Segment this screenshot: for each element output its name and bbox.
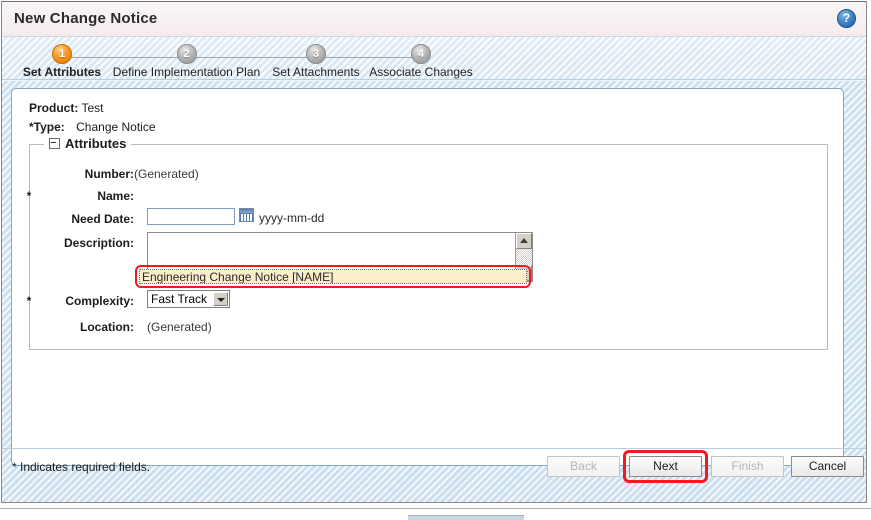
step-3-label: Set Attachments [272,65,360,79]
scroll-up-arrow-icon[interactable] [516,233,532,249]
step-4-label: Associate Changes [369,65,473,79]
location-label: Location: [80,320,134,334]
bottom-window-fragment [408,515,524,520]
complexity-label: Complexity: [65,294,134,308]
name-required-star: * [26,189,32,203]
complexity-select[interactable]: Fast Track [147,290,230,308]
step-3-number: 3 [306,44,326,64]
step-1-number: 1 [52,44,72,64]
finish-button[interactable]: Finish [711,456,784,477]
wizard-step-3[interactable]: 3 Set Attachments [261,44,371,79]
cancel-button[interactable]: Cancel [791,456,864,477]
help-icon[interactable]: ? [837,9,857,29]
dialog-titlebar: New Change Notice ? [2,2,866,37]
dialog-title: New Change Notice [14,10,158,27]
help-question-mark: ? [837,9,856,28]
name-field-highlight-ring [135,265,531,288]
screenshot-root: New Change Notice ? 1 Set Attributes 2 D… [0,0,871,520]
calendar-icon-grid [240,214,253,221]
dialog-content-area: Product: Test *Type: Change Notice Attri… [2,81,866,502]
need-date-label: Need Date: [71,212,134,226]
number-value: (Generated) [134,167,199,181]
bottom-divider-line [0,508,871,509]
name-label: Name: [97,189,134,203]
wizard-step-2[interactable]: 2 Define Implementation Plan [112,44,261,79]
bottom-cutoff-strip [0,505,871,520]
location-value: (Generated) [147,320,212,334]
complexity-required-star: * [26,294,32,308]
wizard-step-1[interactable]: 1 Set Attributes [10,44,114,79]
step-1-label: Set Attributes [22,65,102,79]
dialog-footer: * Indicates required fields. Back Next F… [2,448,866,502]
footer-separator [2,448,866,449]
new-change-notice-dialog: New Change Notice ? 1 Set Attributes 2 D… [1,1,867,503]
back-button[interactable]: Back [547,456,620,477]
required-fields-note: * Indicates required fields. [12,460,151,474]
need-date-input[interactable] [147,208,235,225]
step-2-number: 2 [176,44,197,64]
need-date-format-hint: yyyy-mm-dd [259,211,325,225]
chevron-down-icon[interactable] [213,292,228,306]
name-input[interactable] [139,269,527,284]
step-4-number: 4 [411,44,431,64]
calendar-icon[interactable] [239,208,254,222]
scroll-up-glyph [520,238,528,243]
wizard-step-4[interactable]: 4 Associate Changes [368,44,474,79]
next-button[interactable]: Next [629,456,702,477]
number-label: Number: [84,167,134,181]
description-label: Description: [63,236,134,250]
complexity-selected-value: Fast Track [151,292,208,306]
wizard-step-band: 1 Set Attributes 2 Define Implementation… [2,37,866,80]
step-2-label: Define Implementation Plan [112,65,261,79]
